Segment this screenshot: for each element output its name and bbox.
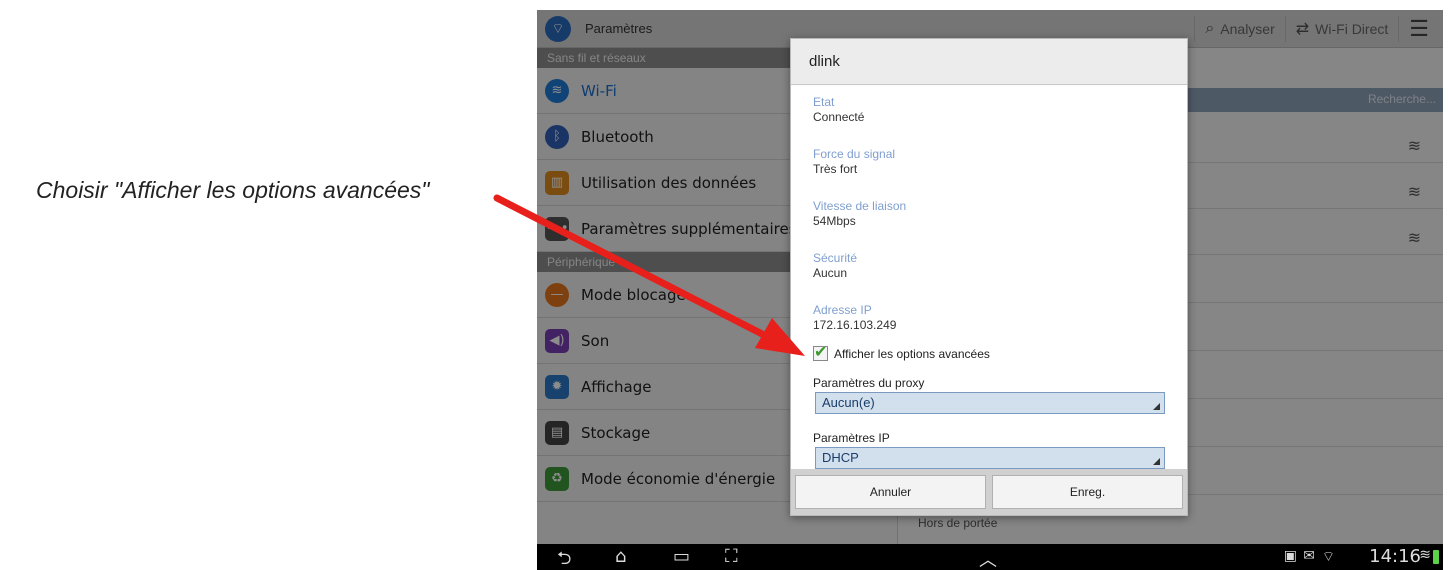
checkbox-checked-icon[interactable] xyxy=(813,342,828,362)
field-value: Connecté xyxy=(813,110,865,124)
field-link-speed: Vitesse de liaison 54Mbps xyxy=(813,199,906,228)
field-signal-strength: Force du signal Très fort xyxy=(813,147,895,176)
field-label: Adresse IP xyxy=(813,303,872,317)
field-value: Aucun xyxy=(813,266,848,280)
field-status: Etat Connecté xyxy=(813,95,864,124)
field-value: 172.16.103.249 xyxy=(813,318,897,332)
checkbox-label: Afficher les options avancées xyxy=(834,346,990,361)
battery-icon xyxy=(1433,550,1439,564)
status-clock: 14:16 xyxy=(1369,546,1421,567)
field-value: Très fort xyxy=(813,162,858,176)
dialog-title: dlink xyxy=(791,39,1187,85)
dropdown-arrow-icon xyxy=(1153,458,1160,465)
chevron-up-icon[interactable]: ︿ xyxy=(979,546,997,570)
screenshot-icon[interactable]: ⛶ xyxy=(725,546,738,567)
home-icon[interactable]: ⌂ xyxy=(615,546,626,567)
field-security: Sécurité Aucun xyxy=(813,251,857,280)
mail-notification-icon: ✉ xyxy=(1303,548,1315,564)
wifi-notification-icon: ⌔ xyxy=(1321,549,1335,565)
annotation-text: Choisir "Afficher les options avancées" xyxy=(36,177,430,203)
save-button[interactable]: Enreg. xyxy=(992,475,1183,509)
field-ip-address: Adresse IP 172.16.103.249 xyxy=(813,303,896,332)
dropdown-arrow-icon xyxy=(1153,403,1160,410)
field-value: 54Mbps xyxy=(813,214,856,228)
proxy-select-value: Aucun(e) xyxy=(822,395,875,410)
wifi-details-dialog: dlink Etat Connecté Force du signal Très… xyxy=(790,38,1188,516)
field-label: Vitesse de liaison xyxy=(813,199,907,213)
cancel-button[interactable]: Annuler xyxy=(795,475,986,509)
recent-apps-icon[interactable]: ▭ xyxy=(673,546,690,567)
proxy-settings-label: Paramètres du proxy xyxy=(813,376,925,390)
field-label: Etat xyxy=(813,95,835,109)
tablet-screen: ⌔ Paramètres ⌕ Analyser ⇄ Wi-Fi Direct ☰… xyxy=(537,10,1443,570)
field-label: Sécurité xyxy=(813,251,858,265)
show-advanced-options-checkbox[interactable]: Afficher les options avancées xyxy=(813,342,990,362)
wifi-status-icon: ≋ xyxy=(1419,547,1431,563)
dialog-button-bar: Annuler Enreg. xyxy=(791,469,1187,515)
system-nav-bar: ⮌ ⌂ ▭ ⛶ ︿ ▣ ✉ ⌔ 14:16 ≋ xyxy=(537,544,1443,570)
field-label: Force du signal xyxy=(813,147,896,161)
screenshot-stage: Choisir "Afficher les options avancées" … xyxy=(0,0,1449,570)
proxy-settings-select[interactable]: Aucun(e) xyxy=(815,392,1165,414)
ip-settings-select[interactable]: DHCP xyxy=(815,447,1165,469)
ip-select-value: DHCP xyxy=(822,450,859,465)
back-icon[interactable]: ⮌ xyxy=(557,546,571,570)
ip-settings-label: Paramètres IP xyxy=(813,431,890,445)
dialog-body[interactable]: Etat Connecté Force du signal Très fort … xyxy=(791,86,1187,469)
gallery-notification-icon: ▣ xyxy=(1283,548,1297,564)
